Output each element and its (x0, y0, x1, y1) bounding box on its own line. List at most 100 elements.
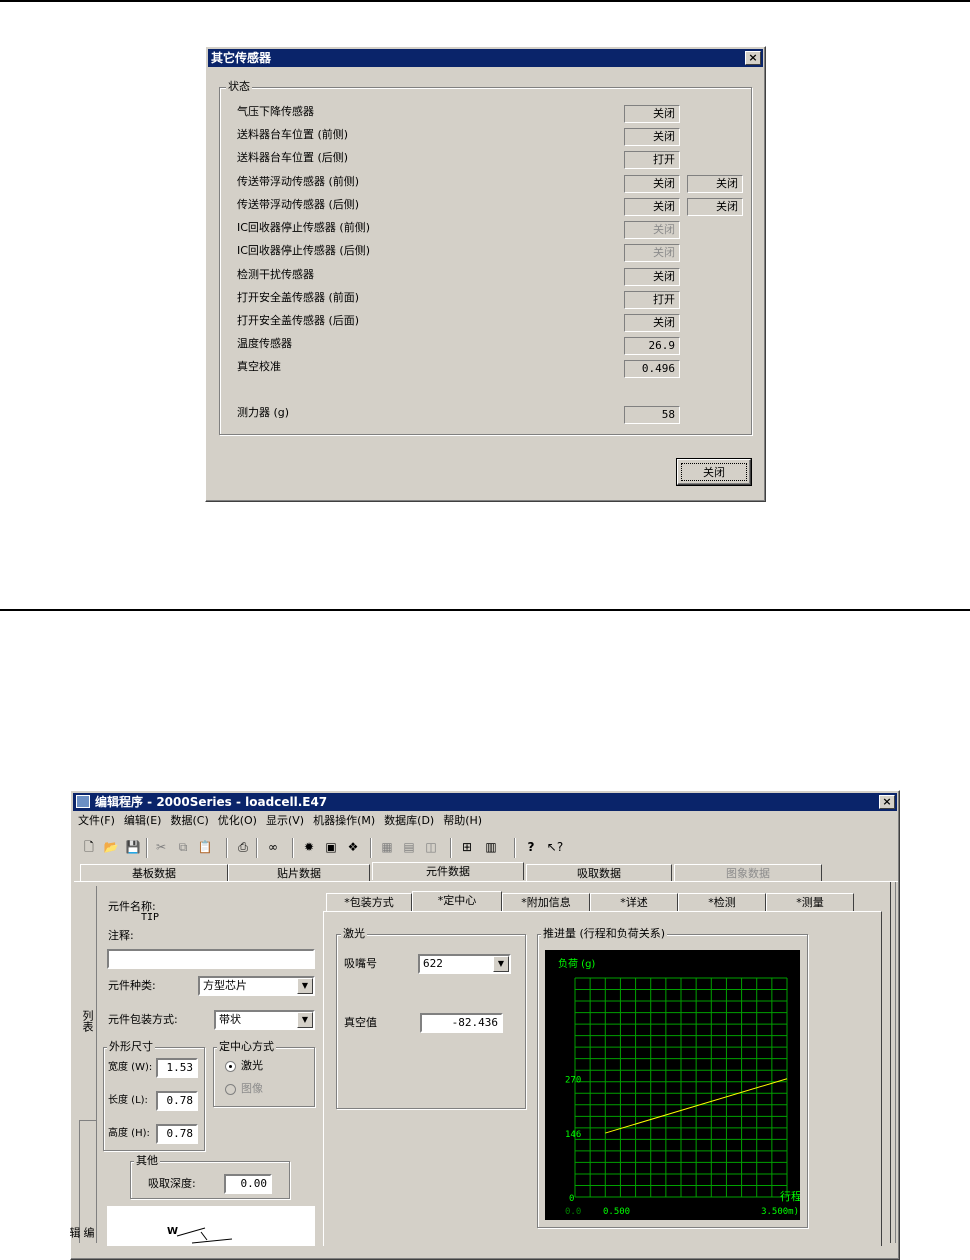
sensor-value: 关闭 (624, 198, 680, 216)
feeder-icon[interactable]: ▤ (398, 837, 420, 859)
sensor-value-secondary: 关闭 (687, 198, 743, 216)
main-tab[interactable]: 元件数据 (372, 862, 524, 880)
copy-icon[interactable]: ⧉ (172, 837, 194, 859)
laser-group-label: 激光 (341, 927, 367, 941)
editor-close-icon[interactable]: × (879, 795, 895, 809)
sub-tab[interactable]: *定中心 (412, 891, 502, 912)
dialog-close-icon[interactable]: × (745, 51, 761, 65)
chevron-down-icon[interactable]: ▼ (493, 956, 509, 972)
height-input[interactable]: 0.78 (156, 1124, 198, 1144)
toolbar-separator (226, 838, 228, 858)
nozzle-select[interactable]: 622 ▼ (418, 954, 511, 974)
sensor-label: 送料器台车位置 (后侧) (237, 151, 349, 164)
toolbar-separator (514, 838, 516, 858)
save-icon[interactable]: 💾 (122, 837, 144, 859)
editor-titlebar: 编辑程序 - 2000Series - loadcell.E47 × (73, 793, 897, 811)
length-input[interactable]: 0.78 (156, 1091, 198, 1111)
main-tab[interactable]: 贴片数据 (228, 864, 370, 882)
centering-group: 定中心方式 (213, 1040, 315, 1107)
app-icon (76, 795, 90, 808)
centering-group-label: 定中心方式 (217, 1040, 276, 1054)
sensor-label: 真空校准 (237, 360, 281, 373)
centering-laser-label: 激光 (241, 1059, 263, 1072)
sub-tab[interactable]: *测量 (766, 893, 854, 911)
chevron-down-icon[interactable]: ▼ (297, 978, 313, 994)
context-help-icon[interactable]: ↖? (544, 837, 566, 859)
chevron-down-icon[interactable]: ▼ (297, 1012, 313, 1028)
loadcell-value: 58 (624, 406, 680, 424)
component-diagram: W (107, 1206, 315, 1246)
side-tab-edit[interactable]: 编辑 (68, 1222, 95, 1243)
center-icon[interactable]: ⊞ (456, 837, 478, 859)
dialog-title: 其它传感器 (211, 51, 272, 65)
sub-tab[interactable]: *检测 (678, 893, 766, 911)
component-type-select[interactable]: 方型芯片 ▼ (198, 976, 315, 996)
sensor-label: 打开安全盖传感器 (后面) (237, 314, 360, 327)
group-icon[interactable]: ❖ (342, 837, 364, 859)
open-icon[interactable]: 📂 (100, 837, 122, 859)
find-icon[interactable]: ∞ (262, 837, 284, 859)
width-input[interactable]: 1.53 (156, 1058, 198, 1078)
comment-input[interactable] (107, 949, 315, 969)
toolbar-separator (292, 838, 294, 858)
help-icon[interactable]: ? (520, 837, 542, 859)
new-icon[interactable]: 🗋 (78, 837, 100, 859)
menu-bar: 文件(F) 编辑(E) 数据(C) 优化(O) 显示(V) 机器操作(M) 数据库(D) 帮助… (78, 812, 491, 830)
sensor-value: 关闭 (624, 105, 680, 123)
toolbar-separator (370, 838, 372, 858)
sensor-label: 传送带浮动传感器 (前侧) (237, 175, 360, 188)
menu-item[interactable]: 机器操作(M) (313, 814, 375, 827)
centering-image-radio[interactable] (225, 1084, 236, 1095)
menu-item[interactable]: 数据(C) (170, 814, 208, 827)
grid-icon[interactable]: ▦ (376, 837, 398, 859)
dialog-close-button[interactable]: 关闭 (676, 458, 752, 486)
menu-item[interactable]: 编辑(E) (124, 814, 162, 827)
menu-item[interactable]: 帮助(H) (443, 814, 482, 827)
comment-label: 注释: (108, 929, 134, 942)
bar-icon[interactable]: ▥ (480, 837, 502, 859)
main-tab[interactable]: 吸取数据 (526, 864, 672, 882)
menu-item[interactable]: 文件(F) (78, 814, 115, 827)
vacuum-input[interactable]: -82.436 (420, 1013, 503, 1033)
menu-item[interactable]: 显示(V) (266, 814, 304, 827)
cut-icon[interactable]: ✂ (150, 837, 172, 859)
dialog-close-button-label: 关闭 (681, 463, 747, 481)
diagram-outline (176, 1227, 233, 1244)
tray-icon[interactable]: ◫ (420, 837, 442, 859)
centering-image-label: 图像 (241, 1082, 263, 1095)
load-stroke-chart: 负荷 (g) 270 146 0 行程 0.0 0.500 3.500m) (545, 950, 800, 1220)
side-tab-list[interactable]: 列表 (80, 1010, 94, 1032)
sensor-label: IC回收器停止传感器 (后侧) (237, 244, 371, 257)
sub-tab[interactable]: *附加信息 (502, 893, 590, 911)
sub-tab[interactable]: *详述 (590, 893, 678, 911)
other-sensors-dialog: 其它传感器 × 状态 测力器 (g) 58 关闭 气压下降传感器 关闭 送料器台车位… (205, 46, 766, 502)
light-icon[interactable]: ✹ (298, 837, 320, 859)
main-tab[interactable]: 图象数据 (674, 864, 822, 882)
menu-item[interactable]: 优化(O) (218, 814, 257, 827)
component-icon[interactable]: ▣ (320, 837, 342, 859)
component-type-value: 方型芯片 (203, 979, 247, 992)
component-name-value: TIP (141, 912, 160, 923)
sub-tab[interactable]: *包装方式 (326, 893, 412, 911)
middle-rule (0, 609, 970, 611)
package-select[interactable]: 带状 ▼ (214, 1010, 315, 1030)
top-rule (0, 0, 970, 2)
main-tab[interactable]: 基板数据 (80, 864, 228, 882)
menu-item[interactable]: 数据库(D) (384, 814, 434, 827)
pick-depth-input[interactable]: 0.00 (224, 1174, 272, 1194)
paste-icon[interactable]: 📋 (194, 837, 216, 859)
print-icon[interactable]: ⎙ (232, 837, 254, 859)
sensor-value: 关闭 (624, 128, 680, 146)
sensor-value: 关闭 (624, 175, 680, 193)
sensor-label: 检测干扰传感器 (237, 268, 314, 281)
sensor-value: 0.496 (624, 360, 680, 378)
dialog-titlebar: 其它传感器 × (208, 49, 763, 67)
sensor-value: 关闭 (624, 314, 680, 332)
editor-title: 编辑程序 - 2000Series - loadcell.E47 (95, 795, 328, 809)
sensor-value: 关闭 (624, 244, 680, 262)
chart-x-tick: 3.500m) (761, 1207, 799, 1217)
sensor-label: 气压下降传感器 (237, 105, 314, 118)
centering-laser-radio[interactable] (225, 1061, 236, 1072)
loadcell-label: 测力器 (g) (237, 406, 290, 419)
right-frame (890, 882, 896, 1243)
